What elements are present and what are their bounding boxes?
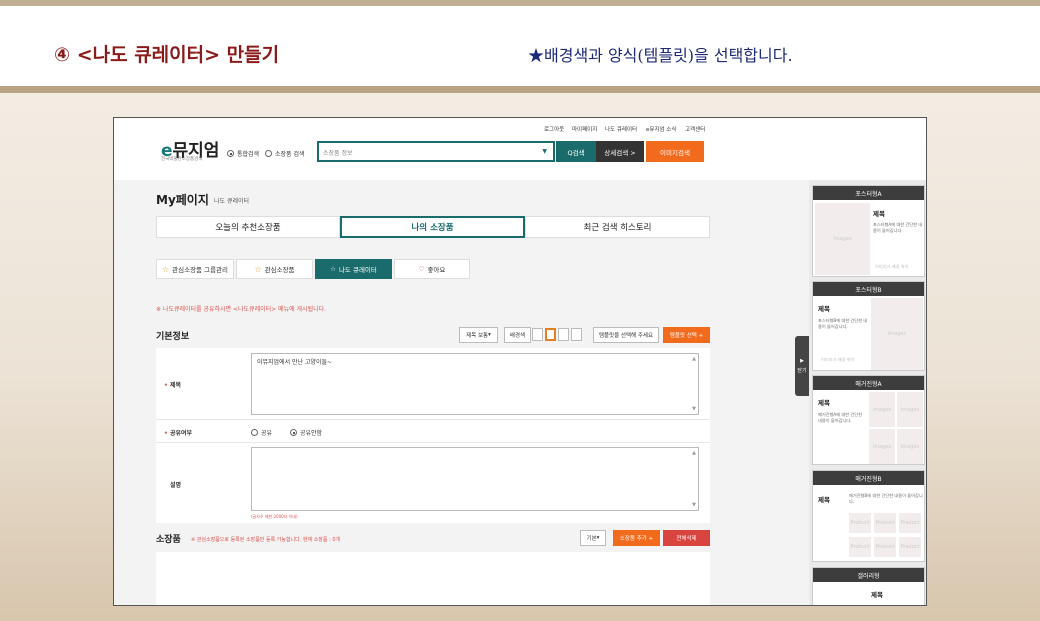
- title-style-select[interactable]: 제목 보통 ▾: [459, 327, 498, 343]
- basic-info-heading: 기본정보: [156, 332, 190, 342]
- image-placeholder: images: [869, 392, 895, 427]
- template-gallery[interactable]: 갤러리형 제목: [812, 567, 925, 605]
- radio-dot: [251, 429, 258, 436]
- search-input[interactable]: 소장품 정보 ▼: [317, 141, 555, 162]
- image-placeholder: images: [869, 429, 895, 464]
- items-heading: 소장품: [156, 535, 181, 545]
- radio-integrated[interactable]: 통합검색: [227, 149, 259, 158]
- sidebar-toggle[interactable]: ▶ 닫기: [795, 336, 809, 396]
- delete-all-button[interactable]: 전체삭제: [663, 530, 710, 546]
- mypage-title: My페이지: [156, 193, 209, 207]
- subtab-curator[interactable]: ☆ 나도 큐레이터: [315, 259, 392, 279]
- bg-swatch-1[interactable]: [532, 328, 543, 341]
- desc-limit: (글자수 제한 2000자 이내): [251, 514, 298, 519]
- image-placeholder: Product: [899, 513, 921, 533]
- chevron-down-icon: ▼: [542, 148, 547, 155]
- logo-subtitle: 전국박물관소장품검색: [161, 157, 203, 162]
- star-icon: ☆: [330, 265, 336, 273]
- title-textarea[interactable]: 이뮤지엄에서 만난 고양이들~ ▲ ▼: [251, 353, 699, 415]
- tab-recommend[interactable]: 오늘의 추천소장품: [156, 216, 340, 238]
- subtab-interest[interactable]: ☆ 관심소장품: [236, 259, 313, 279]
- items-note: ※ 관심소장품으로 등록된 소장품만 등록 가능합니다. 현재 소장품 : 0개: [191, 537, 341, 543]
- link-logout[interactable]: 로그아웃: [544, 125, 564, 133]
- template-hint: 템플릿을 선택해 주세요: [593, 327, 659, 343]
- link-curator[interactable]: 나도 큐레이터: [605, 125, 637, 133]
- star-icon: ☆: [161, 264, 170, 274]
- radio-dot: [227, 150, 234, 157]
- title-label: • 제목: [164, 382, 181, 389]
- image-placeholder: Product: [849, 537, 871, 557]
- radio-dot: [290, 429, 297, 436]
- divider: [156, 419, 710, 420]
- radio-dot: [265, 150, 272, 157]
- search-button[interactable]: Q검색: [556, 141, 596, 162]
- template-magazine-b[interactable]: 매거진형B 제목 매거진형B에 대한 간단한 내용이 들어갑니다. Produc…: [812, 470, 925, 562]
- page-title: ④ <나도 큐레이터> 만들기: [54, 44, 280, 66]
- image-search-button[interactable]: 이미지검색: [646, 141, 704, 162]
- template-select-button[interactable]: 템플릿 선택 +: [663, 327, 710, 343]
- sort-select[interactable]: 기본 ▾: [580, 530, 606, 546]
- image-placeholder: images: [897, 392, 923, 427]
- template-poster-a[interactable]: 포스터형A images 제목 포스터형A에 대한 간단한 내용이 들어갑니다.…: [812, 185, 925, 277]
- image-placeholder: images: [815, 203, 870, 275]
- template-magazine-a[interactable]: 매거진형A 제목 매거진형A에 대한 간단한 내용이 들어갑니다. images…: [812, 375, 925, 465]
- bg-color-label: 배경색: [504, 327, 531, 343]
- bg-swatch-4[interactable]: [571, 328, 582, 341]
- image-placeholder: Product: [874, 537, 896, 557]
- share-yes-radio[interactable]: 공유: [251, 428, 272, 437]
- desc-textarea[interactable]: ▲ ▼: [251, 447, 699, 511]
- notice-text: ※ 나도큐레이터를 공유하시면 <나도큐레이터> 메뉴에 게시됩니다.: [156, 306, 327, 313]
- subtab-like[interactable]: ♡ 좋아요: [394, 259, 470, 279]
- template-poster-b[interactable]: 포스터형B images 제목 포스터형B에 대한 간단한 내용이 들어갑니다.…: [812, 281, 925, 371]
- share-label: • 공유여부: [164, 430, 193, 437]
- link-mypage[interactable]: 마이페이지: [572, 125, 597, 133]
- bg-swatch-2[interactable]: [545, 328, 556, 341]
- divider: [156, 442, 710, 443]
- image-placeholder: images: [897, 429, 923, 464]
- image-placeholder: images: [871, 298, 923, 370]
- screenshot-frame: 로그아웃 마이페이지 나도 큐레이터 e뮤지엄 소식 고객센터 e뮤지엄 전국박…: [113, 117, 927, 606]
- chevron-right-icon: ▶: [800, 358, 804, 364]
- heart-icon: ♡: [418, 265, 425, 273]
- tab-my-collection[interactable]: 나의 소장품: [340, 216, 525, 238]
- items-list: [156, 552, 710, 605]
- template-sidebar: 포스터형A images 제목 포스터형A에 대한 간단한 내용이 들어갑니다.…: [809, 180, 926, 605]
- image-placeholder: Product: [874, 513, 896, 533]
- mypage-crumb: 나도 큐레이터: [214, 198, 250, 205]
- desc-label: 설명: [170, 482, 182, 489]
- subtab-group[interactable]: ☆ 관심소장품 그룹관리: [156, 259, 234, 279]
- bg-swatch-3[interactable]: [558, 328, 569, 341]
- link-support[interactable]: 고객센터: [685, 125, 705, 133]
- header-band: ④ <나도 큐레이터> 만들기 ★배경색과 양식(템플릿)을 선택합니다.: [0, 0, 1040, 93]
- share-no-radio[interactable]: 공유안함: [290, 428, 322, 437]
- image-placeholder: Product: [899, 537, 921, 557]
- radio-collection[interactable]: 소장품 검색: [265, 149, 305, 158]
- add-item-button[interactable]: 소장품 추가 +: [613, 530, 660, 546]
- detail-search-button[interactable]: 상세검색 >: [596, 141, 644, 162]
- link-news[interactable]: e뮤지엄 소식: [646, 125, 676, 133]
- page-subtitle: ★배경색과 양식(템플릿)을 선택합니다.: [528, 46, 793, 65]
- star-icon: ☆: [254, 264, 262, 274]
- image-placeholder: Product: [849, 513, 871, 533]
- tab-history[interactable]: 최근 검색 히스토리: [525, 216, 710, 238]
